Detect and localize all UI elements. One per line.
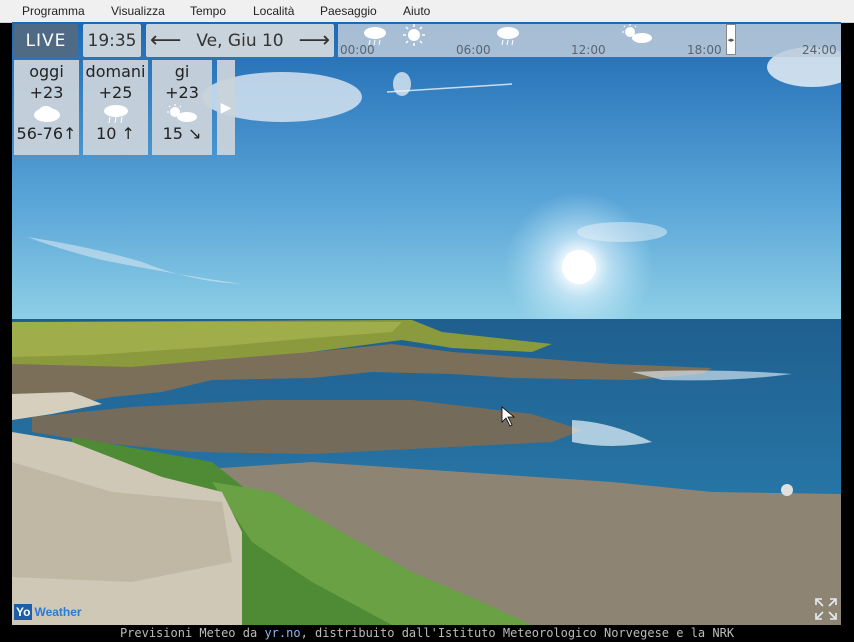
cloud-rain-icon	[497, 27, 519, 46]
wind-arrow-icon: ↑	[63, 124, 77, 143]
live-button[interactable]: LIVE	[14, 24, 78, 57]
sun-icon	[403, 24, 425, 46]
footer-text: Previsioni Meteo da	[119, 626, 265, 640]
forecast-day: gi	[174, 62, 190, 81]
footer-text: , distribuito dall'Istituto Meteorologic…	[300, 626, 735, 640]
yoweather-logo: Yo Weather	[14, 604, 82, 620]
fullscreen-icon[interactable]	[814, 597, 838, 621]
cloud-icon	[33, 106, 60, 122]
sun-cloud-icon	[167, 104, 197, 122]
menu-tempo[interactable]: Tempo	[190, 4, 226, 18]
menu-bar: Programma Visualizza Tempo Località Paes…	[0, 0, 854, 23]
current-time: 19:35	[83, 24, 141, 57]
weather-view: LIVE 19:35 ⟵ Ve, Giu 10 ⟶ 00:00 06:00 12…	[12, 22, 841, 625]
menu-programma[interactable]: Programma	[22, 4, 85, 18]
forecast-temp: +23	[165, 83, 199, 102]
forecast-wind: 56-76	[16, 124, 64, 143]
forecast-temp: +25	[98, 83, 133, 102]
forecast-today[interactable]: oggi +23 56-76↑	[14, 60, 79, 155]
timeline-slider-handle[interactable]: ◂▸	[726, 24, 736, 55]
menu-paesaggio[interactable]: Paesaggio	[320, 4, 377, 18]
forecast-next-button[interactable]: ▶	[217, 60, 235, 155]
timeline-bar[interactable]: 00:00 06:00 12:00 18:00 24:00 ◂▸	[338, 24, 841, 57]
forecast-wind: 15	[162, 124, 183, 143]
cloud-rain-icon	[103, 105, 128, 124]
forecast-tomorrow[interactable]: domani +25 10 ↑	[83, 60, 148, 155]
forecast-day-after[interactable]: gi +23 15 ↘	[152, 60, 212, 155]
menu-aiuto[interactable]: Aiuto	[403, 4, 430, 18]
timeline-hour-label: 06:00	[456, 43, 491, 57]
current-date: Ve, Giu 10	[196, 30, 284, 51]
prev-day-button[interactable]: ⟵	[150, 28, 182, 53]
forecast-temp: +23	[29, 83, 64, 102]
wind-arrow-icon: ↘	[188, 124, 202, 143]
forecast-day: domani	[85, 62, 146, 81]
next-day-button[interactable]: ⟶	[298, 28, 330, 53]
timeline-hour-label: 18:00	[687, 43, 722, 57]
menu-localita[interactable]: Località	[253, 4, 294, 18]
date-navigator: ⟵ Ve, Giu 10 ⟶	[146, 24, 334, 57]
cloud-rain-icon	[364, 27, 386, 46]
forecast-day: oggi	[29, 62, 64, 81]
yr-link[interactable]: yr.no	[264, 626, 300, 640]
timeline-hour-label: 24:00	[802, 43, 837, 57]
timeline-hour-label: 12:00	[571, 43, 606, 57]
forecast-wind: 10	[96, 124, 117, 143]
footer-credits: Previsioni Meteo da yr.no, distribuito d…	[0, 625, 854, 642]
menu-visualizza[interactable]: Visualizza	[111, 4, 165, 18]
wind-arrow-icon: ↑	[121, 124, 135, 143]
sun-cloud-icon	[622, 24, 652, 43]
